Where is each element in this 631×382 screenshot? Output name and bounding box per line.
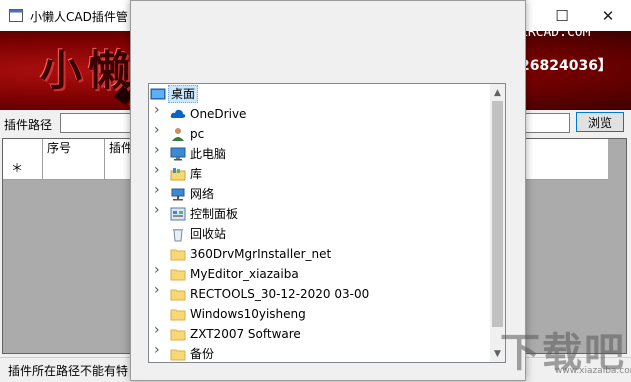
cloud-icon <box>170 106 186 122</box>
folder-icon <box>170 286 186 302</box>
folder-icon <box>170 246 186 262</box>
new-row-marker: ＊ <box>3 158 43 179</box>
tree-item[interactable]: › 网络 <box>149 183 489 204</box>
tree-item[interactable]: 回收站 <box>149 224 489 244</box>
tree-item-label: ZXT2007 Software <box>190 327 301 341</box>
scroll-up-icon[interactable]: ▲ <box>490 84 505 101</box>
tree-item-label: 此电脑 <box>190 147 227 161</box>
tree-item[interactable]: › RECTOOLS_30-12-2020 03-00 <box>149 283 489 304</box>
chevron-right-icon[interactable]: › <box>154 323 162 337</box>
computer-icon <box>170 146 186 162</box>
tree-item[interactable]: › OneDrive <box>149 103 489 124</box>
tree-item[interactable]: Windows10yisheng <box>149 304 489 324</box>
tree-item[interactable]: 360DrvMgrInstaller_net <box>149 244 489 264</box>
folder-tree[interactable]: 桌面 › OneDrive › pc › 此电脑 › 库 › 网络 › 控制面板 回收站 360DrvMg… <box>148 83 506 363</box>
desktop-icon <box>150 86 166 102</box>
tree-item-label: Windows10yisheng <box>190 307 306 321</box>
app-icon <box>9 9 23 22</box>
chevron-right-icon[interactable]: › <box>154 123 162 137</box>
tree-item-label: OneDrive <box>190 107 247 121</box>
grid-header-rowselector <box>3 139 43 158</box>
chevron-right-icon[interactable]: › <box>154 283 162 297</box>
path-label: 插件路径 <box>4 118 53 132</box>
watermark-url: www.xiazaiba.com <box>555 366 631 376</box>
chevron-right-icon[interactable]: › <box>154 343 162 357</box>
browse-button[interactable]: 浏览 <box>576 112 624 132</box>
tree-root-label: 桌面 <box>168 85 199 103</box>
control-panel-icon <box>170 206 186 222</box>
tree-item[interactable]: › MyEditor_xiazaiba <box>149 263 489 284</box>
chevron-right-icon[interactable]: › <box>154 143 162 157</box>
tree-item[interactable]: › ZXT2007 Software <box>149 323 489 344</box>
tree-item-label: 网络 <box>190 187 215 201</box>
banner-contact: 26824036】 <box>520 58 612 74</box>
grid-cell-index[interactable] <box>43 158 105 179</box>
tree-item-label: 备份 <box>190 347 215 361</box>
tree-item-label: pc <box>190 127 205 141</box>
tree-item-label: 控制面板 <box>190 207 239 221</box>
folder-icon <box>170 306 186 322</box>
status-text: 插件所在路径不能有特 <box>8 364 129 378</box>
tree-item-label: 库 <box>190 167 203 181</box>
scroll-thumb[interactable] <box>492 101 503 327</box>
tree-item-label: 360DrvMgrInstaller_net <box>190 247 332 261</box>
chevron-right-icon[interactable]: › <box>154 203 162 217</box>
tree-item[interactable]: › 控制面板 <box>149 203 489 224</box>
close-button[interactable]: ✕ <box>585 0 631 31</box>
tree-item[interactable]: › 备份 <box>149 343 489 362</box>
grid-header-index[interactable]: 序号 <box>43 139 105 158</box>
tree-item[interactable]: › pc <box>149 123 489 144</box>
folder-icon <box>170 346 186 362</box>
tree-item-label: 回收站 <box>190 227 227 241</box>
chevron-right-icon[interactable]: › <box>154 183 162 197</box>
tree-root-desktop[interactable]: 桌面 <box>149 84 489 104</box>
chevron-right-icon[interactable]: › <box>154 163 162 177</box>
chevron-right-icon[interactable]: › <box>154 103 162 117</box>
tree-item[interactable]: › 此电脑 <box>149 143 489 164</box>
window-title: 小懒人CAD插件管 <box>30 10 128 24</box>
library-icon <box>170 166 186 182</box>
banner-url: LRCAD.COM <box>520 25 591 40</box>
folder-icon <box>170 326 186 342</box>
chevron-right-icon[interactable]: › <box>154 263 162 277</box>
tree-item-label: RECTOOLS_30-12-2020 03-00 <box>190 287 370 301</box>
folder-icon <box>170 266 186 282</box>
user-icon <box>170 126 186 142</box>
recycle-bin-icon <box>170 226 186 242</box>
tree-item-label: MyEditor_xiazaiba <box>190 267 299 281</box>
tree-item[interactable]: › 库 <box>149 163 489 184</box>
network-icon <box>170 186 186 202</box>
